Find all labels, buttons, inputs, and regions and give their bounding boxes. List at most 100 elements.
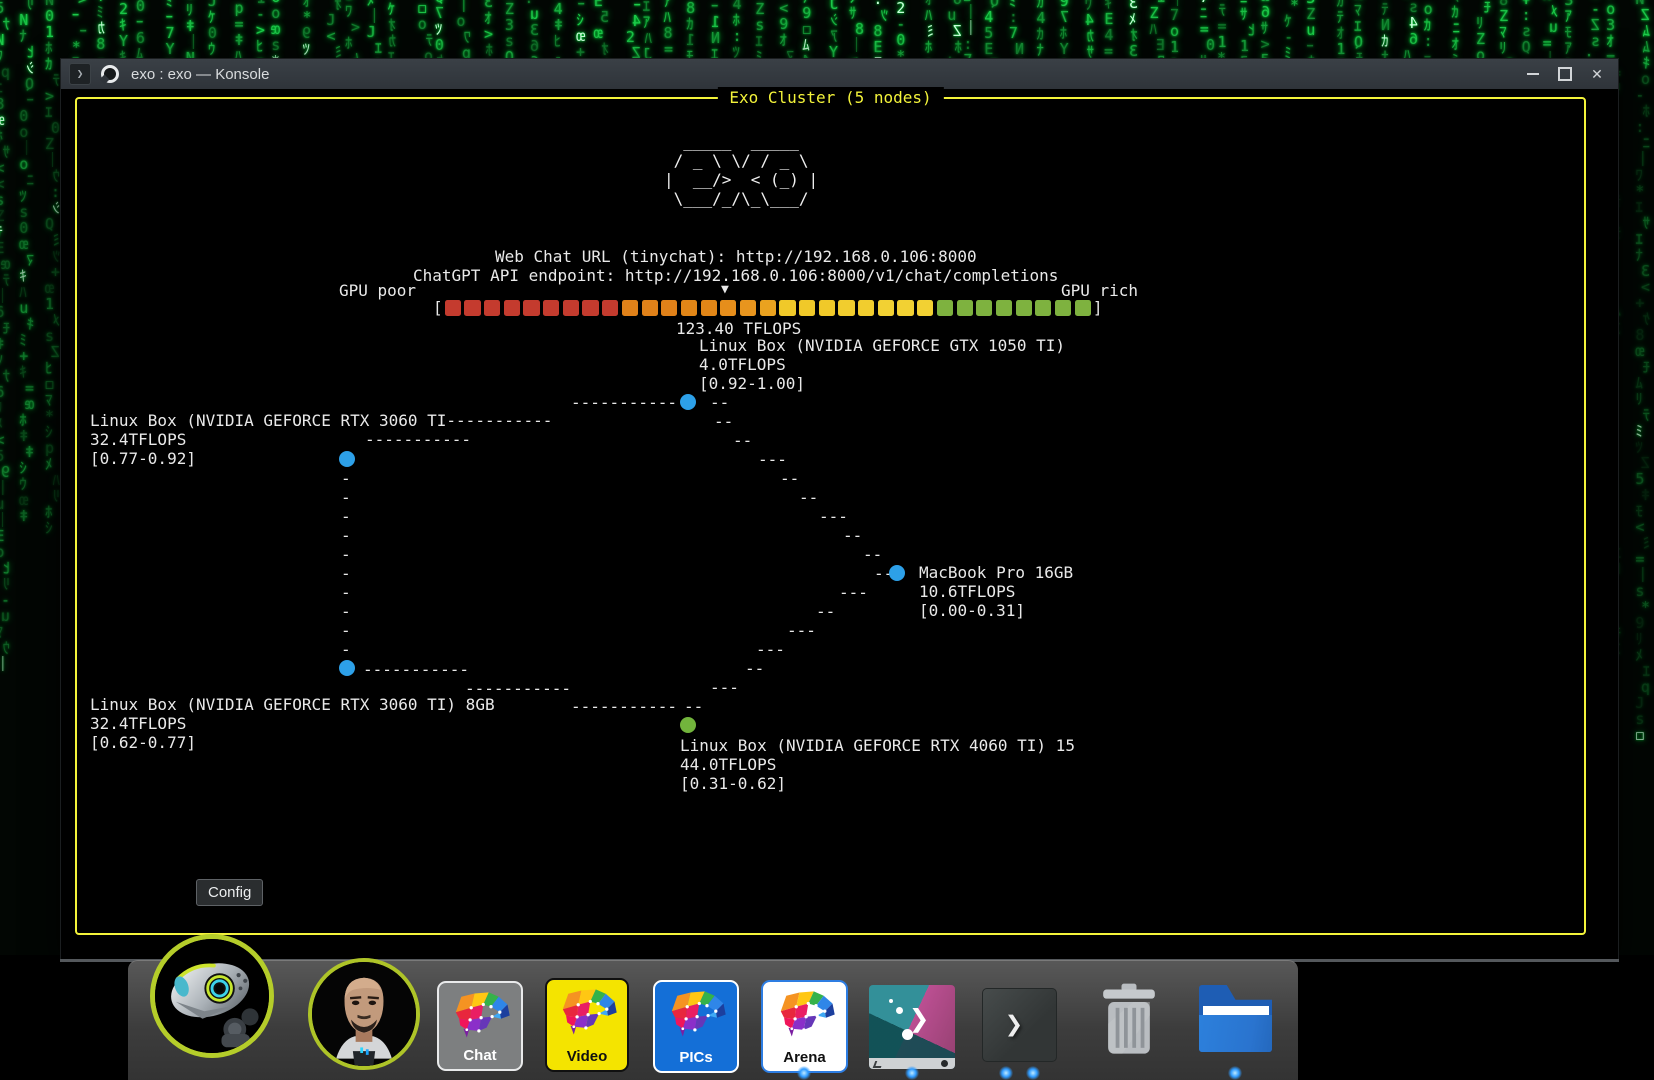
topology-dash: -----------	[571, 393, 677, 412]
gpu-bar-segment	[838, 300, 854, 316]
dot-icon	[896, 1007, 903, 1014]
topology-dash: -	[341, 488, 351, 507]
topology-dash: -----------	[363, 660, 469, 679]
terminal-area: Exo Cluster (5 nodes) _____ _____ / _ \ …	[61, 89, 1618, 959]
konsole-launcher[interactable]: ❯	[869, 985, 955, 1069]
topology-dash: --	[710, 393, 729, 412]
topology-dash: -	[341, 583, 351, 602]
gpu-bar-segment	[602, 300, 618, 316]
api-endpoint: ChatGPT API endpoint: http://192.168.0.1…	[413, 266, 1058, 285]
gpu-marker-icon: ▼	[721, 280, 729, 299]
node-3-line-1: MacBook Pro 16GB	[919, 563, 1073, 582]
konsole-app-icon	[101, 65, 119, 83]
robot-avatar-launcher[interactable]	[150, 934, 274, 1058]
node-5-dot-icon	[680, 717, 696, 733]
gpu-bar-segment	[504, 300, 520, 316]
gpu-bar-segment	[937, 300, 953, 316]
matrix-column: Jﾆpp8ﾆNｹﾒﾘﾘNﾅﾋｼQｰ0o｜oﾆﾂs0œﾏｷﾊuｷﾐ+ｷ=œﾎǂǂｼ…	[19, 0, 34, 524]
video-app-label: Video	[547, 1048, 627, 1065]
gpu-bar-segment	[957, 300, 973, 316]
gpu-bar-segment	[976, 300, 992, 316]
gpu-bar-segment	[878, 300, 894, 316]
arena-app-launcher[interactable]: Arena	[761, 980, 848, 1073]
gpu-bar-segment	[799, 300, 815, 316]
window-titlebar[interactable]: ❯ exo : exo — Konsole ✕	[61, 59, 1618, 89]
gpu-bar-segment	[996, 300, 1012, 316]
topology-dash: --	[863, 545, 882, 564]
file-manager-launcher[interactable]	[1199, 985, 1272, 1052]
node-2-line-3: [0.77-0.92]	[90, 449, 196, 468]
node-5-line-1: Linux Box (NVIDIA GEFORCE RTX 4060 TI) 1…	[680, 736, 1075, 755]
arena-app-label: Arena	[763, 1049, 846, 1066]
dot-icon	[889, 999, 893, 1003]
topology-dash: --	[684, 697, 703, 716]
node-4-dot-icon	[339, 660, 355, 676]
gpu-bar-segment	[622, 300, 638, 316]
maximize-icon	[1558, 67, 1572, 81]
running-indicator-icon	[1026, 1066, 1040, 1080]
topology-dash: -	[341, 602, 351, 621]
chevron-icon: ❯	[909, 999, 929, 1039]
chevron-icon: ❯	[1005, 1006, 1023, 1044]
topology-dash: -	[341, 469, 351, 488]
gpu-bar-segment	[661, 300, 677, 316]
node-4-line-2: 32.4TFLOPS	[90, 714, 186, 733]
gpu-bar-segment	[642, 300, 658, 316]
brain-logo-icon	[663, 987, 729, 1042]
gpu-bar-segment	[819, 300, 835, 316]
topology-dash: -	[341, 507, 351, 526]
person-avatar-launcher[interactable]	[308, 958, 420, 1070]
gpu-bar-close-bracket: ]	[1093, 298, 1103, 317]
node-3-line-3: [0.00-0.31]	[919, 601, 1025, 620]
gpu-bar-segment	[445, 300, 461, 316]
topology-dash: ---	[787, 621, 816, 640]
gpu-bar-segment	[1075, 300, 1091, 316]
node-1-dot-icon	[680, 394, 696, 410]
person-avatar-icon	[312, 962, 416, 1066]
node-1-line-1: Linux Box (NVIDIA GEFORCE GTX 1050 TI)	[699, 336, 1065, 355]
topology-dash: --	[714, 412, 733, 431]
gpu-bar-segment	[563, 300, 579, 316]
close-button[interactable]: ✕	[1584, 63, 1610, 85]
gpu-bar-segment	[1016, 300, 1032, 316]
brain-logo-icon	[447, 988, 513, 1043]
maximize-button[interactable]	[1552, 63, 1578, 85]
robot-avatar-icon	[155, 939, 269, 1053]
topology-dash: --	[745, 659, 764, 678]
trash-launcher[interactable]	[1095, 982, 1163, 1057]
gpu-bar-segment	[740, 300, 756, 316]
cluster-title: Exo Cluster (5 nodes)	[717, 87, 943, 109]
node-4-line-3: [0.62-0.77]	[90, 733, 196, 752]
gpu-bar-segment	[760, 300, 776, 316]
topology-dash: ---	[756, 640, 785, 659]
gpu-bar-open-bracket: [	[433, 298, 443, 317]
terminal-launcher[interactable]: ❯	[982, 988, 1057, 1062]
chat-app-launcher[interactable]: Chat	[437, 981, 523, 1071]
topology-dash: -----------	[571, 697, 677, 716]
node-1-line-2: 4.0TFLOPS	[699, 355, 786, 374]
gpu-bar-segment	[582, 300, 598, 316]
minimize-icon	[1527, 73, 1539, 75]
topology-dash: ---	[710, 678, 739, 697]
config-button[interactable]: Config	[196, 879, 263, 906]
topology-dash: --	[799, 488, 818, 507]
gpu-bar-segment	[1055, 300, 1071, 316]
node-3-dot-icon	[889, 565, 905, 581]
gpu-bar-segment	[523, 300, 539, 316]
topology-dash: --	[843, 526, 862, 545]
node-2-line-2: 32.4TFLOPS	[90, 430, 186, 449]
node-3-line-2: 10.6TFLOPS	[919, 582, 1015, 601]
node-5-line-3: [0.31-0.62]	[680, 774, 786, 793]
minimize-button[interactable]	[1520, 63, 1546, 85]
pics-app-launcher[interactable]: PICs	[653, 980, 739, 1073]
gpu-bar-segment	[779, 300, 795, 316]
node-1-line-3: [0.92-1.00]	[699, 374, 805, 393]
matrix-column: ｷﾅEｻｵ8ｷ5ｴﾒ05ﾅNﾜpﾆ8œﾎｻ<<sZﾃEœﾃ｜6ﾓǂﾂﾅ6ﾘﾒ<5…	[0, 0, 10, 672]
pics-app-label: PICs	[655, 1049, 737, 1066]
desktop: ｷﾅEｻｵ8ｷ5ｴﾒ05ﾅNﾜpﾆ8œﾎｻ<<sZﾃEœﾃ｜6ﾓǂﾂﾅ6ﾘﾒ<5…	[0, 0, 1654, 1080]
running-indicator-icon	[797, 1066, 811, 1080]
topology-dash: -	[341, 640, 351, 659]
running-indicator-icon	[999, 1066, 1013, 1080]
node-4-line-1: Linux Box (NVIDIA GEFORCE RTX 3060 TI) 8…	[90, 695, 495, 714]
video-app-launcher[interactable]: Video	[545, 978, 629, 1072]
